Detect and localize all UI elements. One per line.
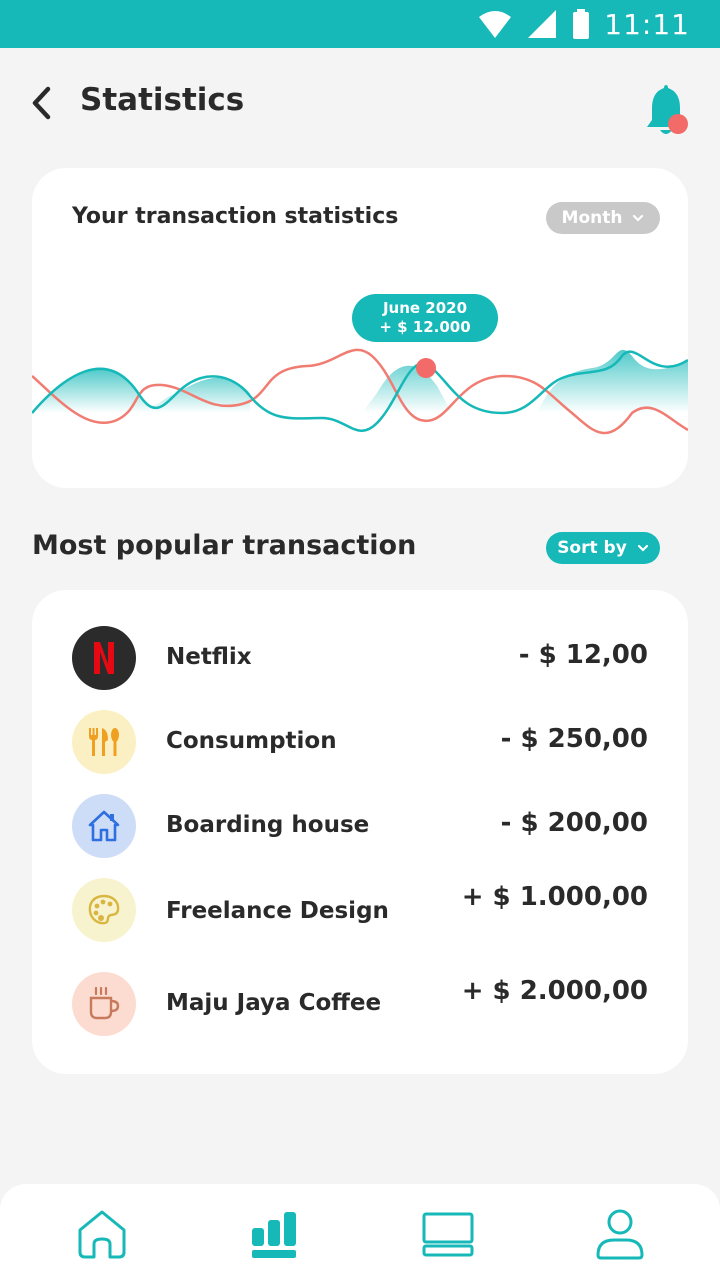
tooltip-amount: + $ 12.000 <box>379 318 471 336</box>
transaction-amount: + $ 1.000,00 <box>461 882 648 912</box>
cards-icon <box>422 1212 474 1257</box>
transaction-name: Consumption <box>166 728 337 754</box>
status-icons: 11:11 <box>478 7 690 41</box>
period-dropdown[interactable]: Month <box>546 202 660 234</box>
tooltip-date: June 2020 <box>382 299 468 317</box>
chart-tooltip: June 2020 + $ 12.000 <box>352 294 498 342</box>
nav-profile[interactable] <box>592 1206 648 1262</box>
list-item[interactable]: Maju Jaya Coffee + $ 2.000,00 <box>32 972 688 1038</box>
list-item[interactable]: Freelance Design + $ 1.000,00 <box>32 878 688 944</box>
highlight-point[interactable] <box>416 358 436 378</box>
list-item[interactable]: Consumption - $ 250,00 <box>32 710 688 776</box>
house-icon <box>72 794 136 858</box>
bell-icon <box>647 85 688 134</box>
nav-cards[interactable] <box>420 1206 476 1262</box>
bottom-nav <box>0 1184 720 1280</box>
period-label: Month <box>561 208 623 228</box>
transaction-name: Maju Jaya Coffee <box>166 990 382 1016</box>
profile-icon <box>596 1209 644 1260</box>
stats-title: Your transaction statistics <box>72 204 399 229</box>
transaction-amount: - $ 250,00 <box>500 724 648 754</box>
nav-home[interactable] <box>74 1206 130 1262</box>
coffee-icon <box>72 972 136 1036</box>
battery-icon <box>573 9 590 39</box>
netflix-icon <box>72 626 136 690</box>
status-time: 11:11 <box>604 7 690 41</box>
status-bar: 11:11 <box>0 0 720 48</box>
sort-by-button[interactable]: Sort by <box>546 532 660 564</box>
chevron-left-icon <box>32 86 51 120</box>
transaction-name: Netflix <box>166 644 252 670</box>
transaction-amount: - $ 200,00 <box>500 808 648 838</box>
wifi-icon <box>479 11 512 38</box>
nav-statistics[interactable] <box>246 1206 302 1262</box>
transaction-amount: + $ 2.000,00 <box>461 976 648 1006</box>
palette-icon <box>72 878 136 942</box>
back-button[interactable] <box>28 86 58 120</box>
transaction-stats-card: Your transaction statistics Month June 2… <box>32 168 688 488</box>
header: Statistics <box>0 48 720 158</box>
signal-icon <box>528 10 557 38</box>
transaction-amount: - $ 12,00 <box>518 640 648 670</box>
transaction-name: Freelance Design <box>166 898 389 924</box>
transaction-name: Boarding house <box>166 812 370 838</box>
transaction-list: Netflix - $ 12,00 Consumption - $ 250,00… <box>32 590 688 1074</box>
statistics-icon <box>252 1212 296 1258</box>
list-item[interactable]: Boarding house - $ 200,00 <box>32 794 688 860</box>
section-title: Most popular transaction <box>32 530 417 561</box>
chevron-down-icon <box>637 544 648 552</box>
sort-label: Sort by <box>557 538 627 558</box>
list-item[interactable]: Netflix - $ 12,00 <box>32 626 688 692</box>
page-title: Statistics <box>80 82 245 118</box>
home-icon <box>78 1210 126 1259</box>
notification-button[interactable] <box>640 84 692 140</box>
chevron-down-icon <box>633 214 644 222</box>
cutlery-icon <box>72 710 136 774</box>
